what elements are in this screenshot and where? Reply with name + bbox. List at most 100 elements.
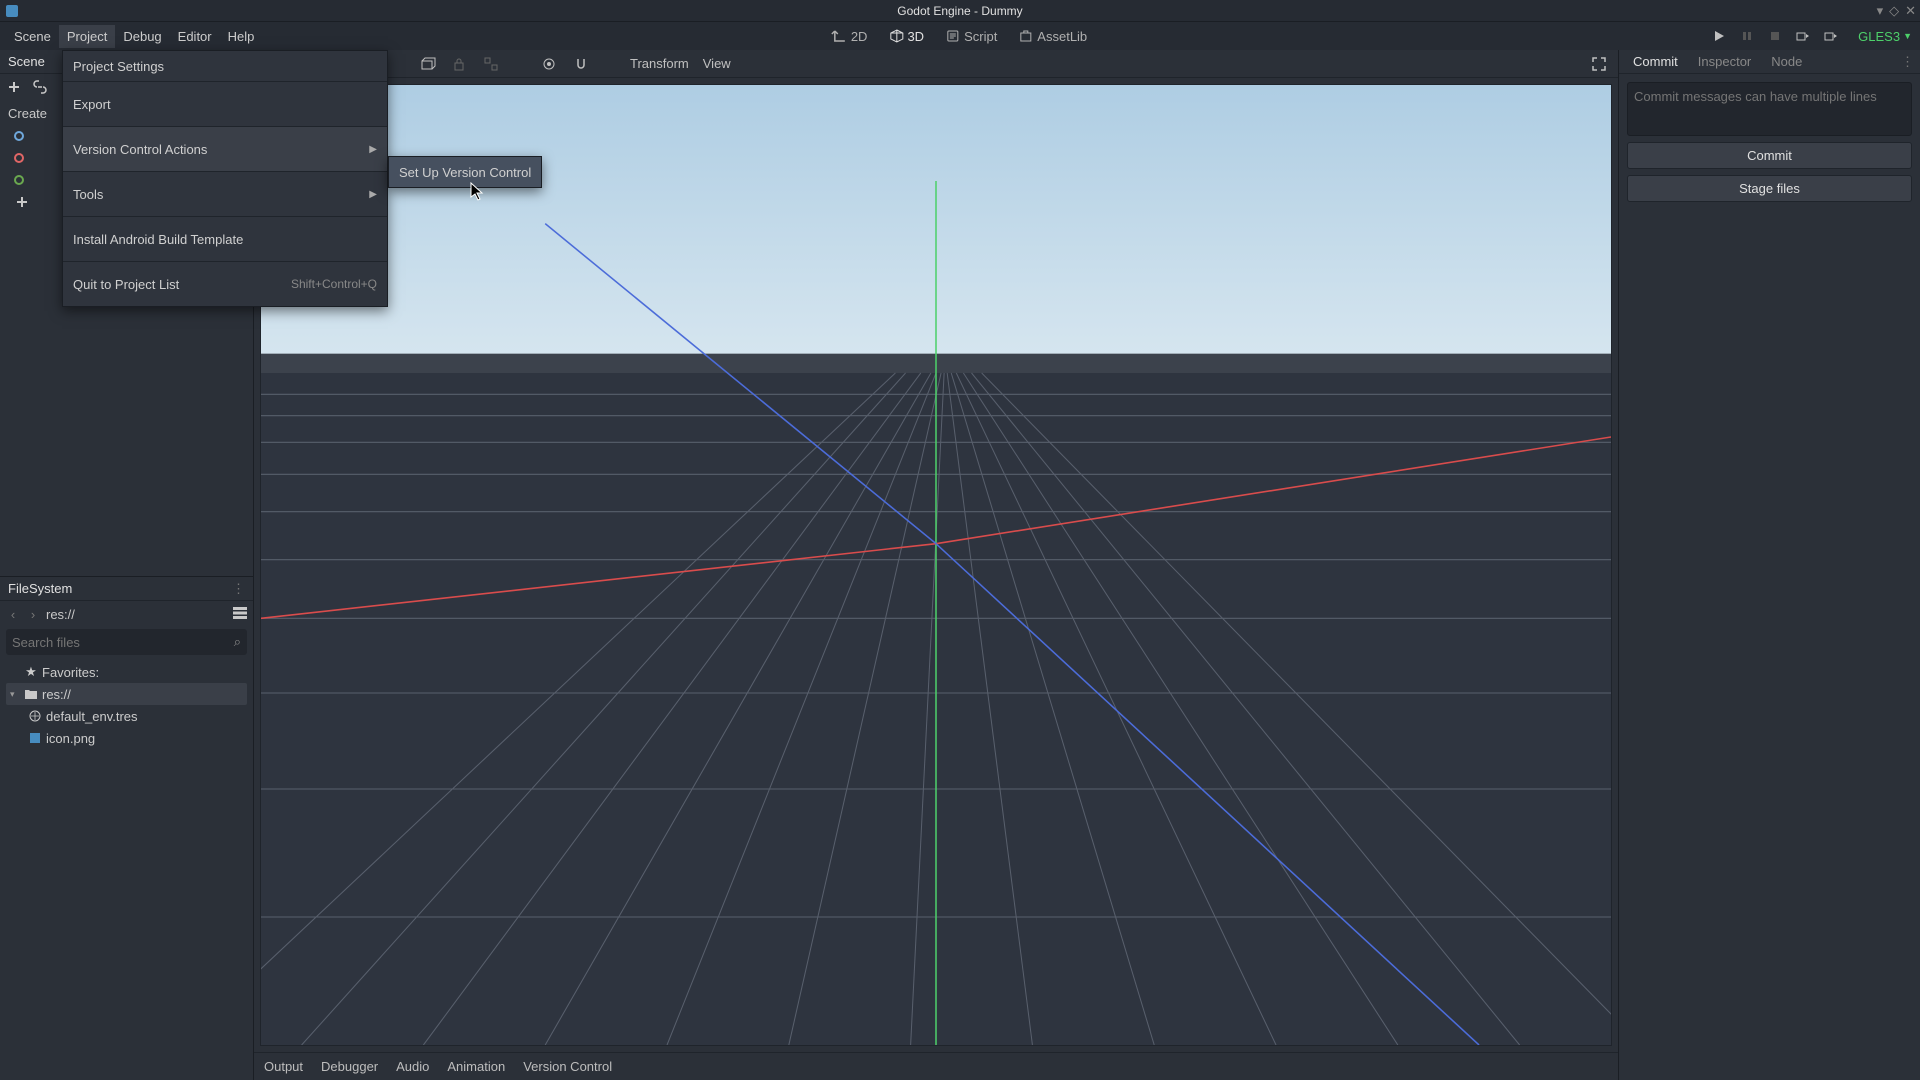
menu-project-settings[interactable]: Project Settings [63, 51, 387, 81]
file-name: default_env.tres [46, 709, 138, 724]
lock-icon[interactable] [450, 55, 468, 73]
window-max-icon[interactable]: ◇ [1889, 3, 1899, 19]
tab-output[interactable]: Output [264, 1059, 303, 1074]
menu-scene[interactable]: Scene [6, 25, 59, 48]
vcs-submenu: Set Up Version Control [388, 156, 542, 188]
menubar-items: Scene Project Debug Editor Help [6, 25, 262, 48]
scene-dock-title[interactable]: Scene [8, 54, 45, 69]
mode-2d-label: 2D [851, 29, 868, 44]
resource-icon [28, 709, 42, 723]
mode-2d[interactable]: 2D [829, 26, 872, 47]
chevron-down-icon: ▼ [1903, 31, 1912, 41]
view-mode-icon[interactable] [233, 607, 247, 622]
tab-inspector[interactable]: Inspector [1690, 51, 1759, 72]
2d-icon [833, 29, 847, 43]
right-dock: Commit Inspector Node ⋮ Commit Stage fil… [1618, 50, 1920, 1080]
tab-node[interactable]: Node [1763, 51, 1810, 72]
commit-button[interactable]: Commit [1627, 142, 1912, 169]
file-row[interactable]: icon.png [6, 727, 247, 749]
tab-animation[interactable]: Animation [447, 1059, 505, 1074]
filesystem-tree[interactable]: ★ Favorites: ▾ res:// default_env.tres i… [0, 657, 253, 753]
window-close-icon[interactable]: ✕ [1905, 3, 1916, 19]
3d-viewport[interactable] [260, 84, 1612, 1046]
assetlib-icon [1019, 29, 1033, 43]
add-icon [14, 194, 30, 210]
tab-audio[interactable]: Audio [396, 1059, 429, 1074]
commit-message-input[interactable] [1627, 82, 1912, 136]
dock-menu-icon[interactable]: ⋮ [1901, 54, 1914, 70]
spatial-icon [14, 153, 24, 163]
nav-forward-icon[interactable]: › [26, 607, 40, 622]
menubar: Scene Project Debug Editor Help 2D 3D Sc… [0, 22, 1920, 50]
mode-script[interactable]: Script [942, 26, 1001, 47]
search-input[interactable] [12, 635, 234, 650]
menu-install-android[interactable]: Install Android Build Template [63, 217, 387, 261]
menu-debug[interactable]: Debug [115, 25, 169, 48]
submenu-arrow-icon: ▶ [369, 189, 377, 200]
transform-menu[interactable]: Transform [630, 56, 689, 71]
submenu-arrow-icon: ▶ [369, 144, 377, 155]
menu-help[interactable]: Help [220, 25, 263, 48]
menu-setup-vcs[interactable]: Set Up Version Control [389, 157, 541, 187]
stop-button[interactable] [1766, 27, 1784, 45]
node2d-icon [14, 131, 24, 141]
play-custom-scene-button[interactable] [1822, 27, 1840, 45]
add-node-icon[interactable] [6, 79, 22, 95]
commit-panel: Commit Stage files [1619, 74, 1920, 210]
menu-project[interactable]: Project [59, 25, 115, 48]
menu-quit[interactable]: Quit to Project List Shift+Control+Q [63, 262, 387, 306]
play-scene-button[interactable] [1794, 27, 1812, 45]
mode-assetlib[interactable]: AssetLib [1015, 26, 1091, 47]
script-icon [946, 29, 960, 43]
menu-tools[interactable]: Tools ▶ [63, 172, 387, 216]
link-icon[interactable] [32, 79, 48, 95]
menu-export[interactable]: Export [63, 82, 387, 126]
view-menu[interactable]: View [703, 56, 731, 71]
tab-commit[interactable]: Commit [1625, 51, 1686, 72]
file-name: icon.png [46, 731, 95, 746]
renderer-text: GLES3 [1858, 29, 1900, 44]
filesystem-search[interactable]: ⌕ [6, 629, 247, 655]
menu-shortcut: Shift+Control+Q [291, 277, 377, 291]
stage-files-button[interactable]: Stage files [1627, 175, 1912, 202]
center-area: Transform View [254, 50, 1618, 1080]
viewport-toolbar: Transform View [254, 50, 1618, 78]
window-titlebar: Godot Engine - Dummy ▾ ◇ ✕ [0, 0, 1920, 22]
3d-icon [889, 29, 903, 43]
collapse-icon[interactable]: ▾ [10, 689, 20, 700]
menu-item-label: Install Android Build Template [73, 232, 243, 247]
search-icon: ⌕ [234, 634, 241, 650]
menu-item-label: Tools [73, 187, 103, 202]
star-icon: ★ [24, 665, 38, 679]
filesystem-title[interactable]: FileSystem [8, 581, 72, 596]
window-min-icon[interactable]: ▾ [1877, 3, 1884, 19]
camera-override-icon[interactable] [540, 55, 558, 73]
pause-button[interactable] [1738, 27, 1756, 45]
renderer-label[interactable]: GLES3▼ [1858, 29, 1912, 44]
window-controls[interactable]: ▾ ◇ ✕ [1877, 3, 1916, 19]
group-icon[interactable] [482, 55, 500, 73]
right-dock-tabs: Commit Inspector Node ⋮ [1619, 50, 1920, 74]
workspace-switcher: 2D 3D Script AssetLib [829, 26, 1091, 47]
file-row[interactable]: default_env.tres [6, 705, 247, 727]
tab-version-control[interactable]: Version Control [523, 1059, 612, 1074]
snap-icon[interactable] [572, 55, 590, 73]
menu-item-label: Set Up Version Control [399, 165, 531, 180]
favorites-row[interactable]: ★ Favorites: [6, 661, 247, 683]
res-root-label: res:// [42, 687, 71, 702]
menu-vcs-actions[interactable]: Version Control Actions ▶ [63, 127, 387, 171]
filesystem-path[interactable]: res:// [46, 607, 227, 622]
tab-debugger[interactable]: Debugger [321, 1059, 378, 1074]
res-root-row[interactable]: ▾ res:// [6, 683, 247, 705]
menu-editor[interactable]: Editor [170, 25, 220, 48]
dock-menu-icon[interactable]: ⋮ [232, 581, 245, 597]
menu-item-label: Export [73, 97, 111, 112]
menu-item-label: Version Control Actions [73, 142, 207, 157]
folder-icon [24, 687, 38, 701]
app-icon [6, 5, 18, 17]
local-space-icon[interactable] [418, 55, 436, 73]
distraction-free-icon[interactable] [1590, 55, 1608, 73]
play-button[interactable] [1710, 27, 1728, 45]
nav-back-icon[interactable]: ‹ [6, 607, 20, 622]
mode-3d[interactable]: 3D [885, 26, 928, 47]
